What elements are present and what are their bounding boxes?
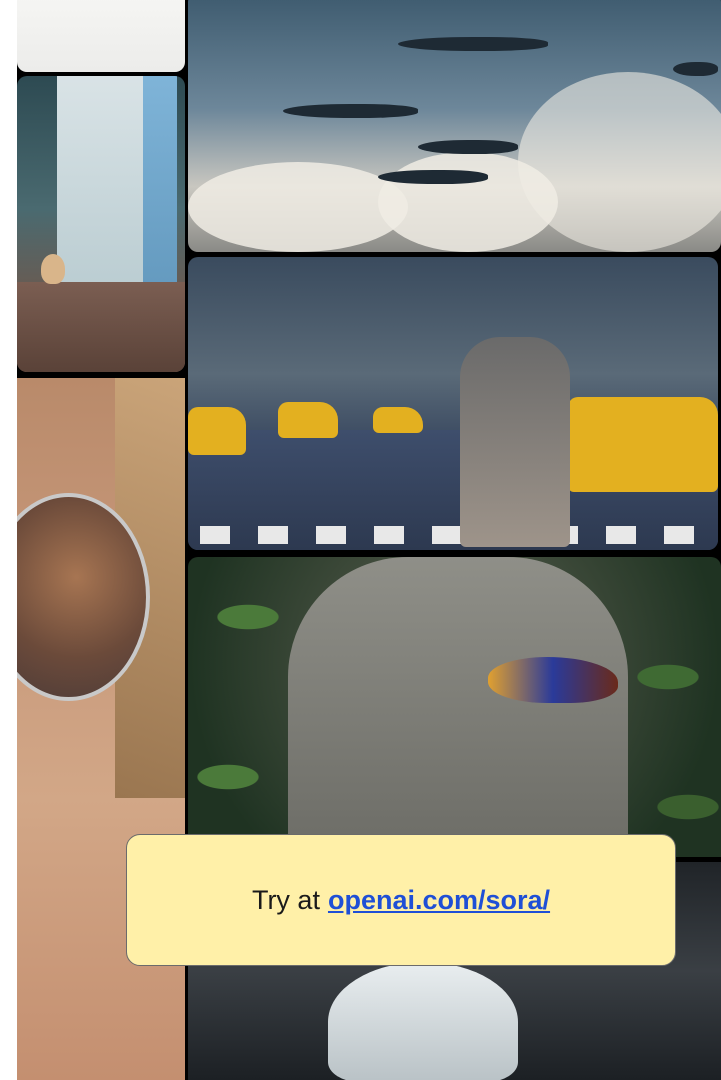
whale: [378, 170, 488, 184]
left-white-strip: [0, 0, 17, 1080]
cloud: [518, 72, 721, 252]
taxi: [568, 397, 718, 492]
crosswalk: [200, 526, 700, 544]
sora-link[interactable]: openai.com/sora/: [328, 885, 550, 916]
whale: [673, 62, 718, 76]
whale: [418, 140, 518, 154]
taxi: [278, 402, 338, 438]
room-wall: [57, 76, 147, 306]
video-thumbnail-buddha[interactable]: [188, 557, 721, 857]
cloud: [188, 162, 408, 252]
video-thumbnail-top-left[interactable]: [17, 0, 185, 72]
taxi: [373, 407, 423, 433]
video-thumbnail-city[interactable]: [188, 257, 718, 550]
bird: [488, 657, 618, 703]
whale: [398, 37, 548, 51]
taxi: [188, 407, 246, 455]
video-thumbnail-face[interactable]: [17, 378, 185, 1080]
callout-prefix: Try at: [251, 884, 320, 915]
room-floor: [17, 282, 185, 372]
try-sora-callout: Try at openai.com/sora/: [126, 834, 676, 966]
video-thumbnail-room[interactable]: [17, 76, 185, 372]
buddha-statue: [288, 557, 628, 857]
video-thumbnail-whales[interactable]: [188, 0, 721, 252]
shell: [328, 962, 518, 1080]
bunny-figure: [41, 254, 65, 284]
whale: [283, 104, 418, 118]
person-in-trench-coat: [460, 337, 570, 547]
